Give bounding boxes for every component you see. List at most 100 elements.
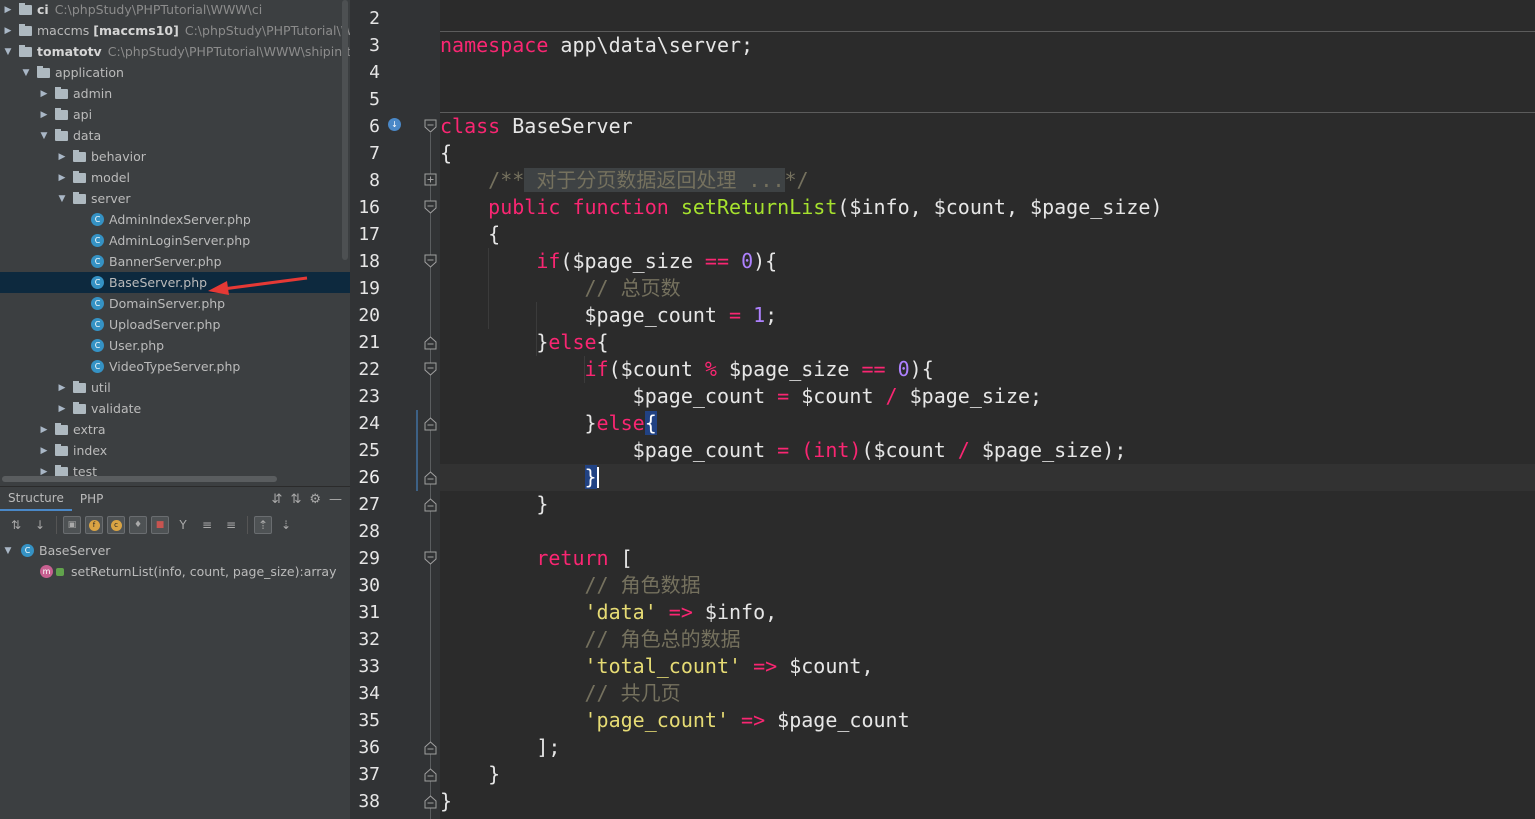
collapsed-arrow-icon[interactable]: ▶ — [39, 446, 49, 456]
sort-alpha-icon[interactable]: ↓ — [30, 515, 50, 535]
tab-structure[interactable]: Structure — [0, 487, 72, 511]
code-area[interactable]: namespace app\data\server; class BaseServ… — [440, 0, 1535, 819]
sort-visibility-icon[interactable]: ⇅ — [6, 515, 26, 535]
code-line[interactable]: $page_count = 1; — [440, 302, 1535, 329]
tree-item[interactable]: ▶ behavior — [0, 146, 350, 167]
tree-horizontal-scrollbar[interactable] — [2, 476, 277, 482]
fold-end-icon[interactable] — [424, 470, 437, 485]
tree-vertical-scrollbar[interactable] — [342, 0, 348, 260]
tree-item[interactable]: ▶ validate — [0, 398, 350, 419]
collapse-fold-icon[interactable] — [424, 254, 437, 269]
code-line[interactable] — [440, 5, 1535, 32]
code-line[interactable]: } — [440, 788, 1535, 815]
tab-php[interactable]: PHP — [72, 487, 112, 511]
tree-item[interactable]: C AdminLoginServer.php — [0, 230, 350, 251]
structure-class-node[interactable]: ▼ C BaseServer — [0, 540, 350, 561]
show-non-public-icon[interactable]: ■ — [151, 516, 169, 534]
fold-end-icon[interactable] — [424, 794, 437, 809]
gear-icon[interactable]: ⚙ — [309, 492, 321, 507]
tree-item[interactable]: ▼ application — [0, 62, 350, 83]
tree-item[interactable]: ▶ model — [0, 167, 350, 188]
collapsed-arrow-icon[interactable]: ▶ — [57, 404, 67, 414]
tree-item[interactable]: C UploadServer.php — [0, 314, 350, 335]
code-line[interactable]: $page_count = $count / $page_size; — [440, 383, 1535, 410]
collapse-all-icon[interactable]: ⇅ — [290, 492, 301, 507]
show-constants-icon[interactable]: c — [107, 516, 125, 534]
expand-all-icon[interactable]: ⇵ — [272, 492, 283, 507]
code-line[interactable]: } — [440, 761, 1535, 788]
code-line[interactable]: }else{ — [440, 410, 1535, 437]
autoscroll-to-source-icon[interactable]: ⇡ — [254, 516, 272, 534]
fold-end-icon[interactable] — [424, 335, 437, 350]
collapsed-arrow-icon[interactable]: ▶ — [3, 5, 13, 15]
show-inherited-icon[interactable]: ▣ — [63, 516, 81, 534]
collapsed-arrow-icon[interactable]: ▶ — [3, 26, 13, 36]
tree-item[interactable]: C VideoTypeServer.php — [0, 356, 350, 377]
tree-item[interactable]: ▶ maccms [maccms10] C:\phpStudy\PHPTutorial… — [0, 20, 350, 41]
code-line[interactable]: // 总页数 — [440, 275, 1535, 302]
code-editor[interactable]: 2 3 4 5 6 7 8 16 17 18 19 20 21 22 23 24 25 26 27 28 29 30 31 3… — [350, 0, 1535, 819]
tree-item[interactable]: ▼ server — [0, 188, 350, 209]
code-line[interactable]: } — [440, 491, 1535, 518]
code-line[interactable]: /** 对于分页数据返回处理 ...*/ — [440, 167, 1535, 194]
tree-item[interactable]: ▶ index — [0, 440, 350, 461]
tree-item[interactable]: ▶ ci C:\phpStudy\PHPTutorial\WWW\ci — [0, 0, 350, 20]
tree-item[interactable]: C BannerServer.php — [0, 251, 350, 272]
code-line[interactable]: { — [440, 221, 1535, 248]
autoscroll-from-source-icon[interactable]: ⇣ — [276, 515, 296, 535]
code-line[interactable]: if($count % $page_size == 0){ — [440, 356, 1535, 383]
collapse-fold-icon[interactable] — [424, 200, 437, 215]
code-line[interactable]: 'total_count' => $count, — [440, 653, 1535, 680]
collapse-fold-icon[interactable] — [424, 362, 437, 377]
fold-end-icon[interactable] — [424, 497, 437, 512]
code-line[interactable]: // 角色总的数据 — [440, 626, 1535, 653]
code-line[interactable]: if($page_size == 0){ — [440, 248, 1535, 275]
code-line[interactable]: }else{ — [440, 329, 1535, 356]
collapsed-arrow-icon[interactable]: ▶ — [57, 173, 67, 183]
code-line[interactable]: 'data' => $info, — [440, 599, 1535, 626]
show-fields-icon[interactable]: f — [85, 516, 103, 534]
implemented-method-icon[interactable]: ↓ — [388, 118, 401, 131]
code-line[interactable]: // 角色数据 — [440, 572, 1535, 599]
expand-icon[interactable]: ≡ — [197, 515, 217, 535]
code-line[interactable] — [440, 518, 1535, 545]
collapsed-arrow-icon[interactable]: ▶ — [39, 110, 49, 120]
structure-method-node[interactable]: m setReturnList(info, count, page_size):… — [0, 561, 350, 582]
code-line[interactable]: // 共几页 — [440, 680, 1535, 707]
expand-fold-icon[interactable] — [424, 173, 437, 188]
tree-item[interactable]: ▼ data — [0, 125, 350, 146]
collapse-fold-icon[interactable] — [424, 119, 437, 134]
fold-end-icon[interactable] — [424, 767, 437, 782]
code-line[interactable]: $page_count = (int)($count / $page_size)… — [440, 437, 1535, 464]
show-includes-icon[interactable]: Y — [173, 515, 193, 535]
collapsed-arrow-icon[interactable]: ▶ — [39, 425, 49, 435]
expanded-arrow-icon[interactable]: ▼ — [3, 47, 13, 57]
collapsed-arrow-icon[interactable]: ▶ — [39, 89, 49, 99]
code-line[interactable]: namespace app\data\server; — [440, 32, 1535, 59]
tree-item[interactable]: ▶ extra — [0, 419, 350, 440]
tree-item[interactable]: ▶ admin — [0, 83, 350, 104]
expanded-arrow-icon[interactable]: ▼ — [21, 68, 31, 78]
expanded-arrow-icon[interactable]: ▼ — [57, 194, 67, 204]
collapse-fold-icon[interactable] — [424, 551, 437, 566]
code-line[interactable]: return [ — [440, 545, 1535, 572]
code-line[interactable] — [440, 59, 1535, 86]
tree-item[interactable]: C User.php — [0, 335, 350, 356]
tree-item[interactable]: ▶ api — [0, 104, 350, 125]
code-line[interactable]: public function setReturnList($info, $co… — [440, 194, 1535, 221]
collapse-icon[interactable]: ≡ — [221, 515, 241, 535]
collapsed-arrow-icon[interactable]: ▶ — [39, 467, 49, 477]
tree-item[interactable]: ▼ tomatotv C:\phpStudy\PHPTutorial\WWW\shi… — [0, 41, 350, 62]
show-properties-icon[interactable]: ♦ — [129, 516, 147, 534]
collapsed-arrow-icon[interactable]: ▶ — [57, 383, 67, 393]
fold-end-icon[interactable] — [424, 740, 437, 755]
code-line[interactable]: class BaseServer — [440, 113, 1535, 140]
expanded-arrow-icon[interactable]: ▼ — [3, 546, 13, 556]
code-line[interactable]: { — [440, 140, 1535, 167]
code-line[interactable]: } — [440, 464, 1535, 491]
code-line[interactable] — [440, 86, 1535, 113]
tree-item[interactable]: C AdminIndexServer.php — [0, 209, 350, 230]
fold-end-icon[interactable] — [424, 416, 437, 431]
code-line[interactable]: ]; — [440, 734, 1535, 761]
expanded-arrow-icon[interactable]: ▼ — [39, 131, 49, 141]
